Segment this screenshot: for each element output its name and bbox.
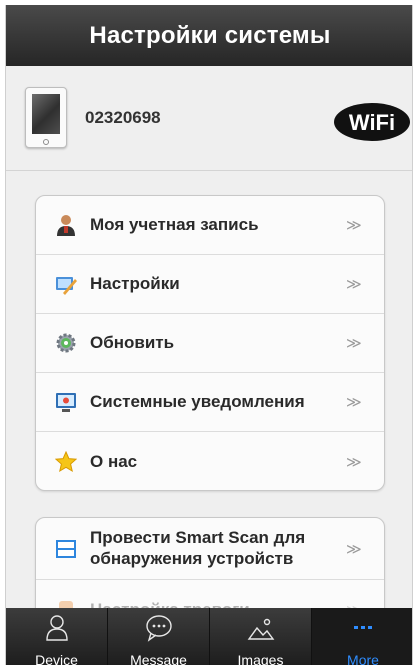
monitor-icon bbox=[56, 393, 76, 412]
page-title: Настройки системы bbox=[89, 21, 331, 49]
menu-item-notifications[interactable]: Системные уведомления ≫ bbox=[36, 373, 384, 432]
menu-item-label: Моя учетная запись bbox=[90, 215, 259, 234]
settings-menu-card: Моя учетная запись ≫ Настройки ≫ Обновит… bbox=[35, 195, 385, 491]
menu-item-settings[interactable]: Настройки ≫ bbox=[36, 255, 384, 314]
scan-icon bbox=[56, 539, 76, 558]
wifi-icon: WiFi bbox=[334, 103, 410, 141]
tab-message[interactable]: Message bbox=[108, 608, 210, 665]
menu-item-label-line2: обнаружения устройств bbox=[90, 549, 294, 568]
chevron-right-icon: ≫ bbox=[346, 540, 362, 558]
title-bar: Настройки системы bbox=[6, 5, 412, 66]
wifi-label: WiFi bbox=[349, 110, 395, 135]
menu-item-label: О нас bbox=[90, 451, 138, 471]
tab-label: More bbox=[347, 652, 379, 665]
chevron-right-icon: ≫ bbox=[346, 276, 362, 293]
app-frame: Настройки системы 02320698 WiFi Моя учет… bbox=[5, 5, 413, 665]
user-icon bbox=[57, 215, 75, 236]
menu-item-label: Обновить bbox=[90, 333, 175, 352]
tab-more[interactable]: More bbox=[312, 608, 412, 665]
device-row[interactable]: 02320698 WiFi bbox=[6, 66, 412, 171]
chevron-right-icon: ≫ bbox=[346, 335, 362, 352]
tab-label: Device bbox=[35, 652, 78, 665]
menu-item-account[interactable]: Моя учетная запись ≫ bbox=[36, 196, 384, 255]
menu-item-label: Провести Smart Scan для обнаружения устр… bbox=[90, 527, 305, 569]
tab-label: Message bbox=[130, 652, 187, 665]
chat-icon bbox=[145, 615, 172, 642]
menu-item-update[interactable]: Обновить ≫ bbox=[36, 314, 384, 373]
update-gear-icon bbox=[56, 333, 76, 353]
menu-item-label: Системные уведомления bbox=[90, 392, 305, 411]
person-icon bbox=[45, 615, 68, 641]
menu-item-label: Настройки bbox=[90, 274, 180, 293]
menu-item-label-line1: Провести Smart Scan для bbox=[90, 528, 306, 547]
tab-device[interactable]: Device bbox=[6, 608, 108, 665]
menu-item-smart-scan[interactable]: Провести Smart Scan для обнаружения устр… bbox=[36, 518, 384, 580]
device-id: 02320698 bbox=[85, 108, 161, 127]
star-icon bbox=[55, 450, 77, 472]
more-dots-icon bbox=[354, 626, 372, 629]
menu-item-about[interactable]: О нас ≫ bbox=[36, 432, 384, 490]
bottom-tab-bar: Device Message Images More bbox=[6, 608, 412, 665]
chevron-right-icon: ≫ bbox=[346, 394, 362, 411]
settings-icon bbox=[56, 277, 77, 295]
tab-images[interactable]: Images bbox=[210, 608, 312, 665]
image-icon bbox=[247, 618, 274, 640]
chevron-right-icon: ≫ bbox=[346, 453, 362, 471]
chevron-right-icon: ≫ bbox=[346, 217, 362, 234]
tab-label: Images bbox=[237, 652, 284, 665]
phone-icon bbox=[25, 87, 67, 148]
